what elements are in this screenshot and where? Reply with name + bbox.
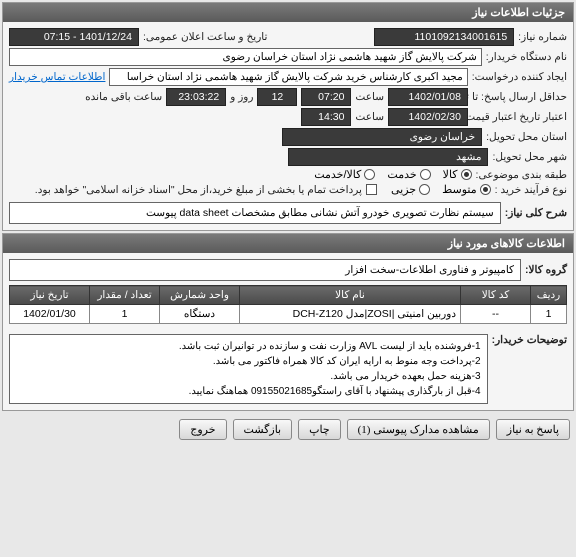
- radio-dot-icon: [480, 184, 491, 195]
- remaining-days: 12: [257, 88, 297, 106]
- radio-dot-icon: [419, 184, 430, 195]
- print-button[interactable]: چاپ: [298, 419, 341, 440]
- radio-both-label: کالا/خدمت: [314, 168, 361, 181]
- cell-name: دوربین امنیتی |ZOSI|مدل DCH-Z120: [240, 305, 461, 324]
- purchase-type-group: متوسط جزیی: [391, 183, 491, 196]
- radio-goods[interactable]: کالا: [443, 168, 472, 181]
- goods-title: اطلاعات کالاهای مورد نیاز: [3, 234, 573, 253]
- col-name: نام کالا: [240, 286, 461, 305]
- goods-panel: اطلاعات کالاهای مورد نیاز گروه کالا: کام…: [2, 233, 574, 411]
- radio-small-label: جزیی: [391, 183, 416, 196]
- validity-label: اعتبار تاریخ اعتبار قیمت: تا تاریخ:: [472, 111, 567, 123]
- buyer-org-label: نام دستگاه خریدار:: [486, 51, 567, 63]
- category-label: طبقه بندی موضوعی:: [476, 169, 567, 181]
- back-button[interactable]: بازگشت: [233, 419, 293, 440]
- deadline-label: حداقل ارسال پاسخ: تا تاریخ:: [472, 91, 567, 103]
- buyer-notes-box: 1-فروشنده باید از لیست AVL وزارت نفت و س…: [9, 334, 488, 404]
- deadline-time: 07:20: [301, 88, 351, 106]
- time-label-1: ساعت: [355, 91, 384, 103]
- note-line-4: 4-قبل از بارگذاری پیشنهاد با آقای راستگو…: [16, 384, 481, 399]
- col-unit: واحد شمارش: [160, 286, 240, 305]
- col-code: کد کالا: [461, 286, 531, 305]
- radio-small[interactable]: جزیی: [391, 183, 430, 196]
- purchase-type-label: نوع فرآیند خرید :: [495, 184, 567, 196]
- button-bar: پاسخ به نیاز مشاهده مدارک پیوستی (1) چاپ…: [0, 413, 576, 446]
- payment-checkbox[interactable]: [366, 184, 377, 195]
- main-panel: جزئیات اطلاعات نیاز شماره نیاز: 11010921…: [2, 2, 574, 231]
- radio-goods-label: کالا: [443, 168, 458, 181]
- time-label-2: ساعت: [355, 111, 384, 123]
- attachments-button[interactable]: مشاهده مدارک پیوستی (1): [347, 419, 490, 440]
- description-text: سیستم نظارت تصویری خودرو آتش نشانی مطابق…: [9, 202, 501, 224]
- radio-service[interactable]: خدمت: [387, 168, 430, 181]
- city-value: مشهد: [288, 148, 488, 166]
- radio-both[interactable]: کالا/خدمت: [314, 168, 375, 181]
- col-row: ردیف: [531, 286, 567, 305]
- goods-table: ردیف کد کالا نام کالا واحد شمارش تعداد /…: [9, 285, 567, 324]
- radio-dot-icon: [461, 169, 472, 180]
- buyer-notes-label: توضیحات خریدار:: [492, 330, 567, 346]
- cell-code: --: [461, 305, 531, 324]
- radio-medium[interactable]: متوسط: [442, 183, 491, 196]
- radio-dot-icon: [364, 169, 375, 180]
- exit-button[interactable]: خروج: [179, 419, 226, 440]
- remaining-suffix: ساعت باقی مانده: [85, 91, 162, 103]
- creator-label: ایجاد کننده درخواست:: [472, 71, 567, 83]
- cell-unit: دستگاه: [160, 305, 240, 324]
- note-line-1: 1-فروشنده باید از لیست AVL وزارت نفت و س…: [16, 339, 481, 354]
- province-label: استان محل تحویل:: [486, 131, 567, 143]
- note-line-3: 3-هزینه حمل بعهده خریدار می باشد.: [16, 369, 481, 384]
- col-date: تاریخ نیاز: [10, 286, 90, 305]
- buyer-org-value: شرکت پالایش گاز شهید هاشمی نژاد استان خر…: [9, 48, 482, 66]
- need-number-label: شماره نیاز:: [518, 31, 567, 43]
- panel-title: جزئیات اطلاعات نیاز: [3, 3, 573, 22]
- respond-button[interactable]: پاسخ به نیاز: [496, 419, 570, 440]
- cell-row: 1: [531, 305, 567, 324]
- cell-qty: 1: [90, 305, 160, 324]
- province-value: خراسان رضوی: [282, 128, 482, 146]
- deadline-date: 1402/01/08: [388, 88, 468, 106]
- description-label: شرح کلی نیاز:: [505, 207, 567, 219]
- announce-label: تاریخ و ساعت اعلان عمومی:: [143, 31, 267, 43]
- group-label: گروه کالا:: [525, 264, 567, 276]
- category-radio-group: کالا خدمت کالا/خدمت: [314, 168, 471, 181]
- city-label: شهر محل تحویل:: [492, 151, 567, 163]
- note-line-2: 2-پرداخت وجه منوط به ارایه ایران کد کالا…: [16, 354, 481, 369]
- contact-link[interactable]: اطلاعات تماس خریدار: [9, 71, 105, 83]
- validity-time: 14:30: [301, 108, 351, 126]
- table-row[interactable]: 1 -- دوربین امنیتی |ZOSI|مدل DCH-Z120 دس…: [10, 305, 567, 324]
- need-number-value: 1101092134001615: [374, 28, 514, 46]
- validity-date: 1402/02/30: [388, 108, 468, 126]
- day-and-label: روز و: [230, 91, 253, 103]
- payment-note: پرداخت تمام یا بخشی از مبلغ خرید،از محل …: [35, 184, 362, 196]
- cell-date: 1402/01/30: [10, 305, 90, 324]
- group-value: کامپیوتر و فناوری اطلاعات-سخت افزار: [9, 259, 521, 281]
- creator-value: مجید اکبری کارشناس خرید شرکت پالایش گاز …: [109, 68, 467, 86]
- announce-value: 1401/12/24 - 07:15: [9, 28, 139, 46]
- col-qty: تعداد / مقدار: [90, 286, 160, 305]
- radio-dot-icon: [420, 169, 431, 180]
- radio-service-label: خدمت: [387, 168, 416, 181]
- table-header-row: ردیف کد کالا نام کالا واحد شمارش تعداد /…: [10, 286, 567, 305]
- form-body: شماره نیاز: 1101092134001615 تاریخ و ساع…: [3, 22, 573, 230]
- radio-medium-label: متوسط: [442, 183, 477, 196]
- remaining-time: 23:03:22: [166, 88, 226, 106]
